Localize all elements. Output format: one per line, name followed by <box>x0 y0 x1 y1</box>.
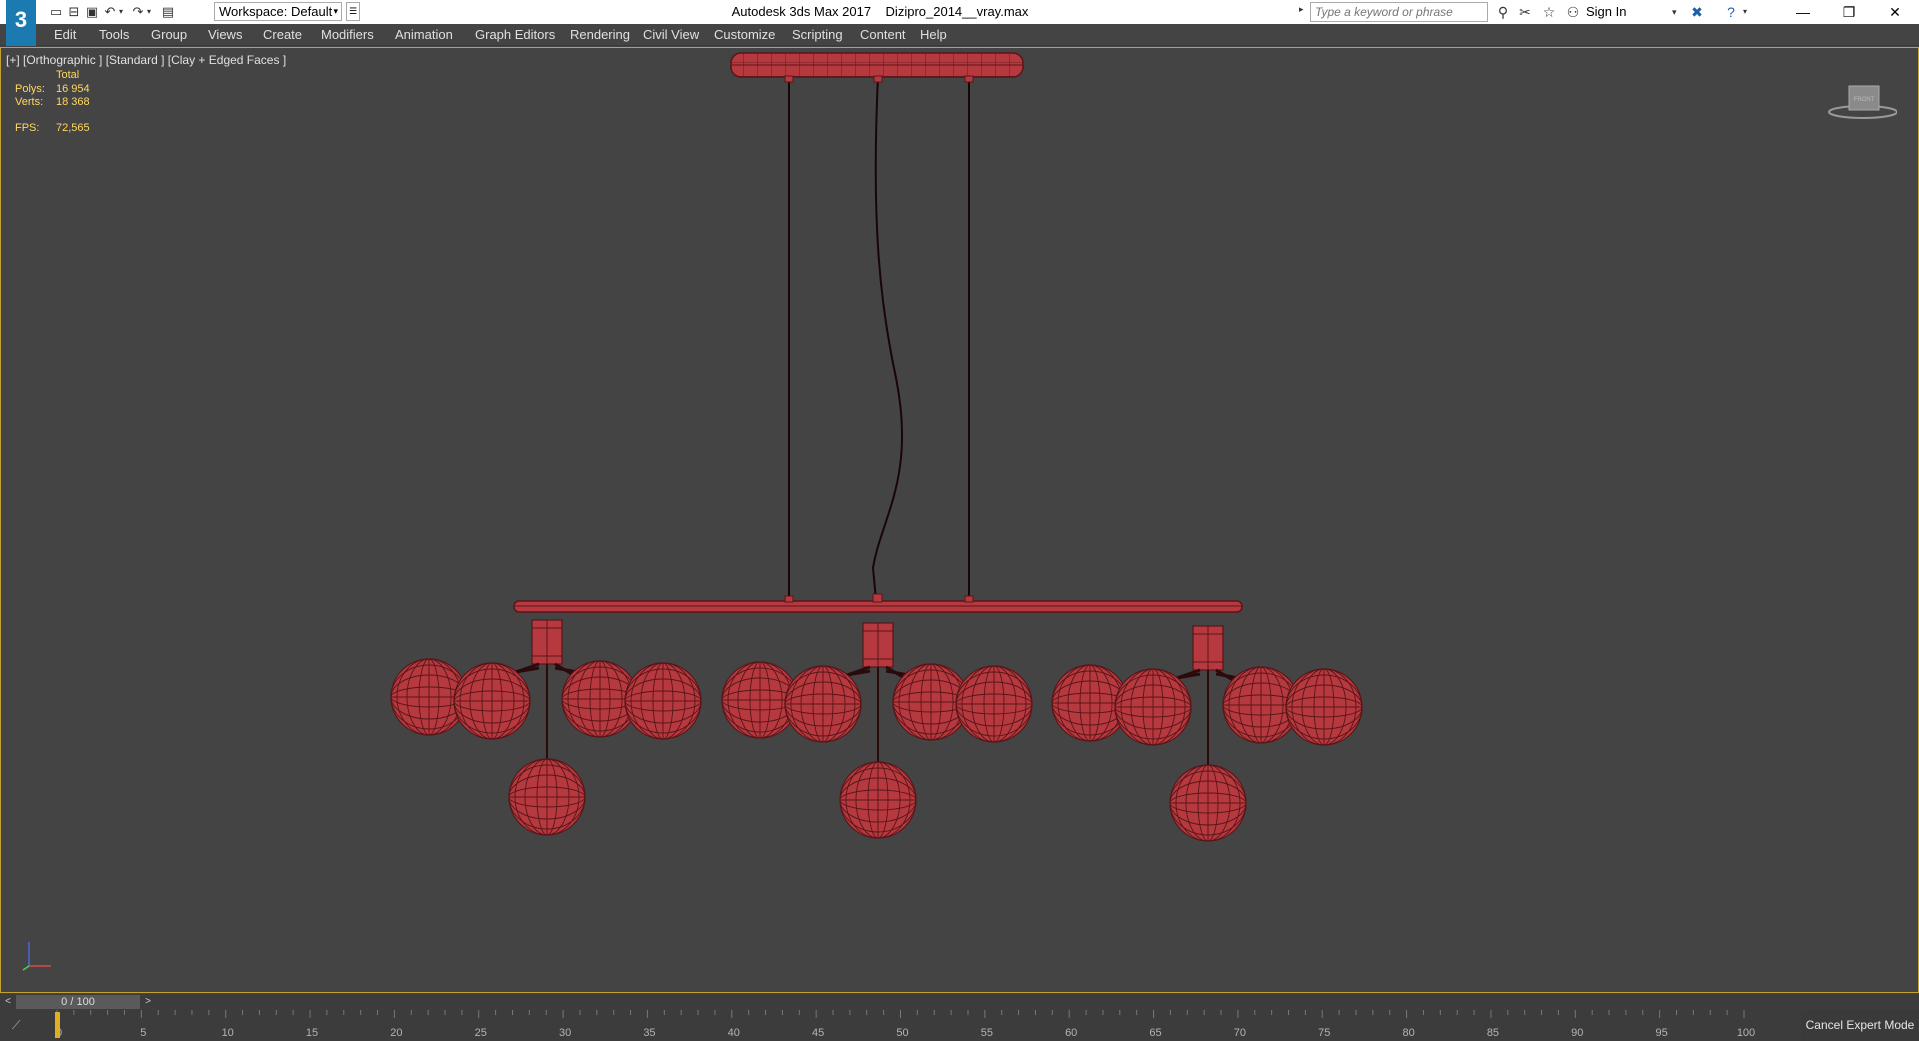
stats-polys-label: Polys: <box>15 83 45 95</box>
frame-tick-label: 20 <box>390 1027 402 1039</box>
frame-ruler[interactable]: 0510152025303540455055606570758085909510… <box>0 1010 1800 1041</box>
viewport-label[interactable]: [+] [Orthographic ] [Standard ] [Clay + … <box>6 53 286 67</box>
frame-tick-label: 50 <box>896 1027 908 1039</box>
favorites-star-icon[interactable]: ☆ <box>1540 3 1558 21</box>
frame-tick-label: 80 <box>1402 1027 1414 1039</box>
app-logo[interactable]: 3 <box>6 0 36 46</box>
menu-content[interactable]: Content <box>860 24 906 46</box>
menu-group[interactable]: Group <box>151 24 187 46</box>
frame-tick-label: 100 <box>1737 1027 1755 1039</box>
frame-tick-label: 70 <box>1234 1027 1246 1039</box>
stats-fps-label: FPS: <box>15 122 40 134</box>
workspace-menu-button[interactable]: ☰ <box>346 2 360 21</box>
autodesk-exchange-icon[interactable]: ✖ <box>1688 3 1706 21</box>
axis-gizmo <box>22 942 51 971</box>
stats-polys-value: 16 954 <box>56 83 90 95</box>
frame-tick-label: 95 <box>1656 1027 1668 1039</box>
frame-tick-label: 45 <box>812 1027 824 1039</box>
frame-tick-label: 35 <box>643 1027 655 1039</box>
menu-bar: Edit Tools Group Views Create Modifiers … <box>0 24 1919 46</box>
help-icon[interactable]: ? <box>1722 3 1740 21</box>
search-expand-icon[interactable]: ▸ <box>1299 4 1304 15</box>
search-input[interactable] <box>1310 2 1488 22</box>
redo-dropdown-icon[interactable]: ▾ <box>144 4 154 20</box>
current-frame-marker[interactable] <box>55 1012 60 1038</box>
frame-tick-label: 90 <box>1571 1027 1583 1039</box>
sign-in-button[interactable]: Sign In <box>1586 0 1626 24</box>
menu-scripting[interactable]: Scripting <box>792 24 843 46</box>
viewcube-face-label: FRONT <box>1854 97 1875 103</box>
menu-help[interactable]: Help <box>920 24 947 46</box>
stats-verts-value: 18 368 <box>56 96 90 108</box>
viewport-front[interactable]: [+] [Orthographic ] [Standard ] [Clay + … <box>0 47 1919 993</box>
help-dropdown-icon[interactable]: ▾ <box>1740 3 1750 21</box>
close-button[interactable]: ✕ <box>1872 0 1918 24</box>
restore-button[interactable]: ❐ <box>1826 0 1872 24</box>
frame-tick-label: 40 <box>728 1027 740 1039</box>
file-name: Dizipro_2014__vray.max <box>885 4 1029 19</box>
chevron-down-icon: ▾ <box>333 6 338 16</box>
communication-center-icon[interactable]: ✂ <box>1516 3 1534 21</box>
viewcube[interactable]: FRONT <box>1827 84 1897 124</box>
menu-views[interactable]: Views <box>208 24 242 46</box>
menu-civil-view[interactable]: Civil View <box>643 24 699 46</box>
user-icon: ⚇ <box>1566 4 1580 20</box>
menu-animation[interactable]: Animation <box>395 24 453 46</box>
stats-verts-label: Verts: <box>15 96 44 108</box>
cancel-expert-mode-button[interactable]: Cancel Expert Mode <box>1801 1010 1919 1041</box>
project-folder-icon[interactable]: ▤ <box>160 4 176 20</box>
undo-dropdown-icon[interactable]: ▾ <box>116 4 126 20</box>
chevron-down-icon[interactable]: ▾ <box>1672 7 1677 18</box>
menu-modifiers[interactable]: Modifiers <box>321 24 374 46</box>
title-bar: ▭ ⊟ ▣ ↶ ▾ ↷ ▾ ▤ Workspace: Default ▾ ☰ A… <box>0 0 1919 24</box>
minimize-button[interactable]: — <box>1780 0 1826 24</box>
chandelier-model[interactable] <box>1 48 1918 992</box>
frame-tick-label: 75 <box>1318 1027 1330 1039</box>
menu-create[interactable]: Create <box>263 24 302 46</box>
frame-tick-label: 5 <box>140 1027 146 1039</box>
stats-total-label: Total <box>56 69 80 81</box>
menu-customize[interactable]: Customize <box>714 24 775 46</box>
frame-tick-label: 65 <box>1149 1027 1161 1039</box>
new-file-icon[interactable]: ▭ <box>48 4 64 20</box>
frame-tick-label: 60 <box>1065 1027 1077 1039</box>
workspace-label: Workspace: Default <box>219 4 333 19</box>
workspace-select[interactable]: Workspace: Default ▾ <box>214 2 342 21</box>
open-file-icon[interactable]: ⊟ <box>66 4 82 20</box>
time-slider[interactable]: 0 / 100 <box>16 995 140 1009</box>
menu-tools[interactable]: Tools <box>99 24 129 46</box>
frame-tick-label: 15 <box>306 1027 318 1039</box>
menu-graph-editors[interactable]: Graph Editors <box>475 24 555 46</box>
frame-tick-label: 10 <box>222 1027 234 1039</box>
previous-frame-button[interactable]: < <box>0 994 16 1010</box>
next-frame-button[interactable]: > <box>140 994 156 1010</box>
save-file-icon[interactable]: ▣ <box>84 4 100 20</box>
stats-fps-value: 72,565 <box>56 122 90 134</box>
track-bar[interactable]: ⟋ 05101520253035404550556065707580859095… <box>0 1010 1919 1041</box>
time-slider-bar: < 0 / 100 > <box>0 994 1919 1010</box>
binoculars-icon[interactable]: ⚲ <box>1494 3 1512 21</box>
frame-tick-label: 25 <box>475 1027 487 1039</box>
frame-tick-label: 55 <box>981 1027 993 1039</box>
frame-tick-label: 30 <box>559 1027 571 1039</box>
menu-edit[interactable]: Edit <box>54 24 76 46</box>
menu-rendering[interactable]: Rendering <box>570 24 630 46</box>
frame-tick-label: 85 <box>1487 1027 1499 1039</box>
window-title: Autodesk 3ds Max 2017 Dizipro_2014__vray… <box>640 0 1120 24</box>
app-name: Autodesk 3ds Max 2017 <box>731 4 872 19</box>
